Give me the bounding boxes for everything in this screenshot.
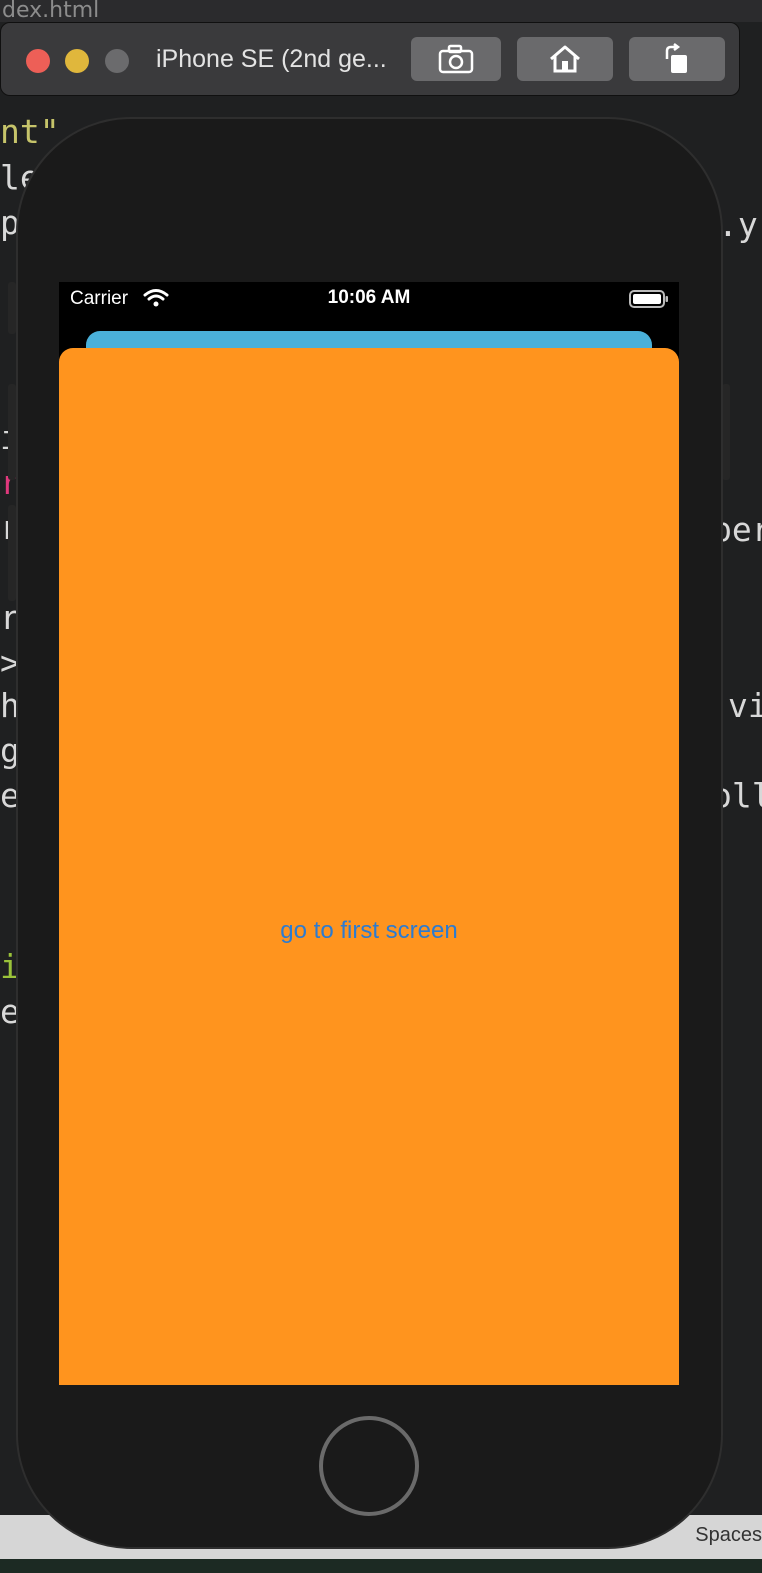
ios-status-bar: Carrier 10:06 AM — [59, 282, 679, 314]
screenshot-button[interactable] — [411, 37, 501, 81]
go-to-first-screen-button[interactable]: go to first screen — [59, 917, 679, 945]
rotate-icon — [665, 43, 687, 73]
volume-down-button — [8, 505, 16, 601]
minimize-window-button[interactable] — [65, 49, 89, 73]
editor-status-text[interactable]: Spaces — [695, 1524, 762, 1547]
volume-up-button — [8, 384, 16, 480]
home-icon — [550, 45, 580, 73]
home-button[interactable] — [517, 37, 613, 81]
side-power-button — [722, 384, 730, 480]
device-screen: Carrier 10:06 AM go to first screen — [59, 282, 679, 1385]
editor-tab[interactable]: dex.html — [0, 0, 762, 22]
simulator-title-bar: iPhone SE (2nd ge... — [0, 22, 740, 96]
zoom-window-button[interactable] — [105, 49, 129, 73]
camera-icon — [438, 44, 474, 74]
rotate-button[interactable] — [629, 37, 725, 81]
device-home-button[interactable] — [319, 1416, 419, 1516]
modal-sheet: go to first screen — [59, 348, 679, 1385]
code-fragment: vi — [728, 686, 762, 725]
mute-switch — [8, 282, 16, 334]
editor-bottom-strip — [0, 1559, 762, 1573]
code-fragment: .y — [718, 205, 758, 244]
battery-icon — [629, 290, 668, 308]
simulator-title: iPhone SE (2nd ge... — [156, 45, 387, 73]
code-fragment: nt" — [0, 112, 60, 151]
close-window-button[interactable] — [26, 49, 50, 73]
status-time: 10:06 AM — [327, 287, 411, 308]
